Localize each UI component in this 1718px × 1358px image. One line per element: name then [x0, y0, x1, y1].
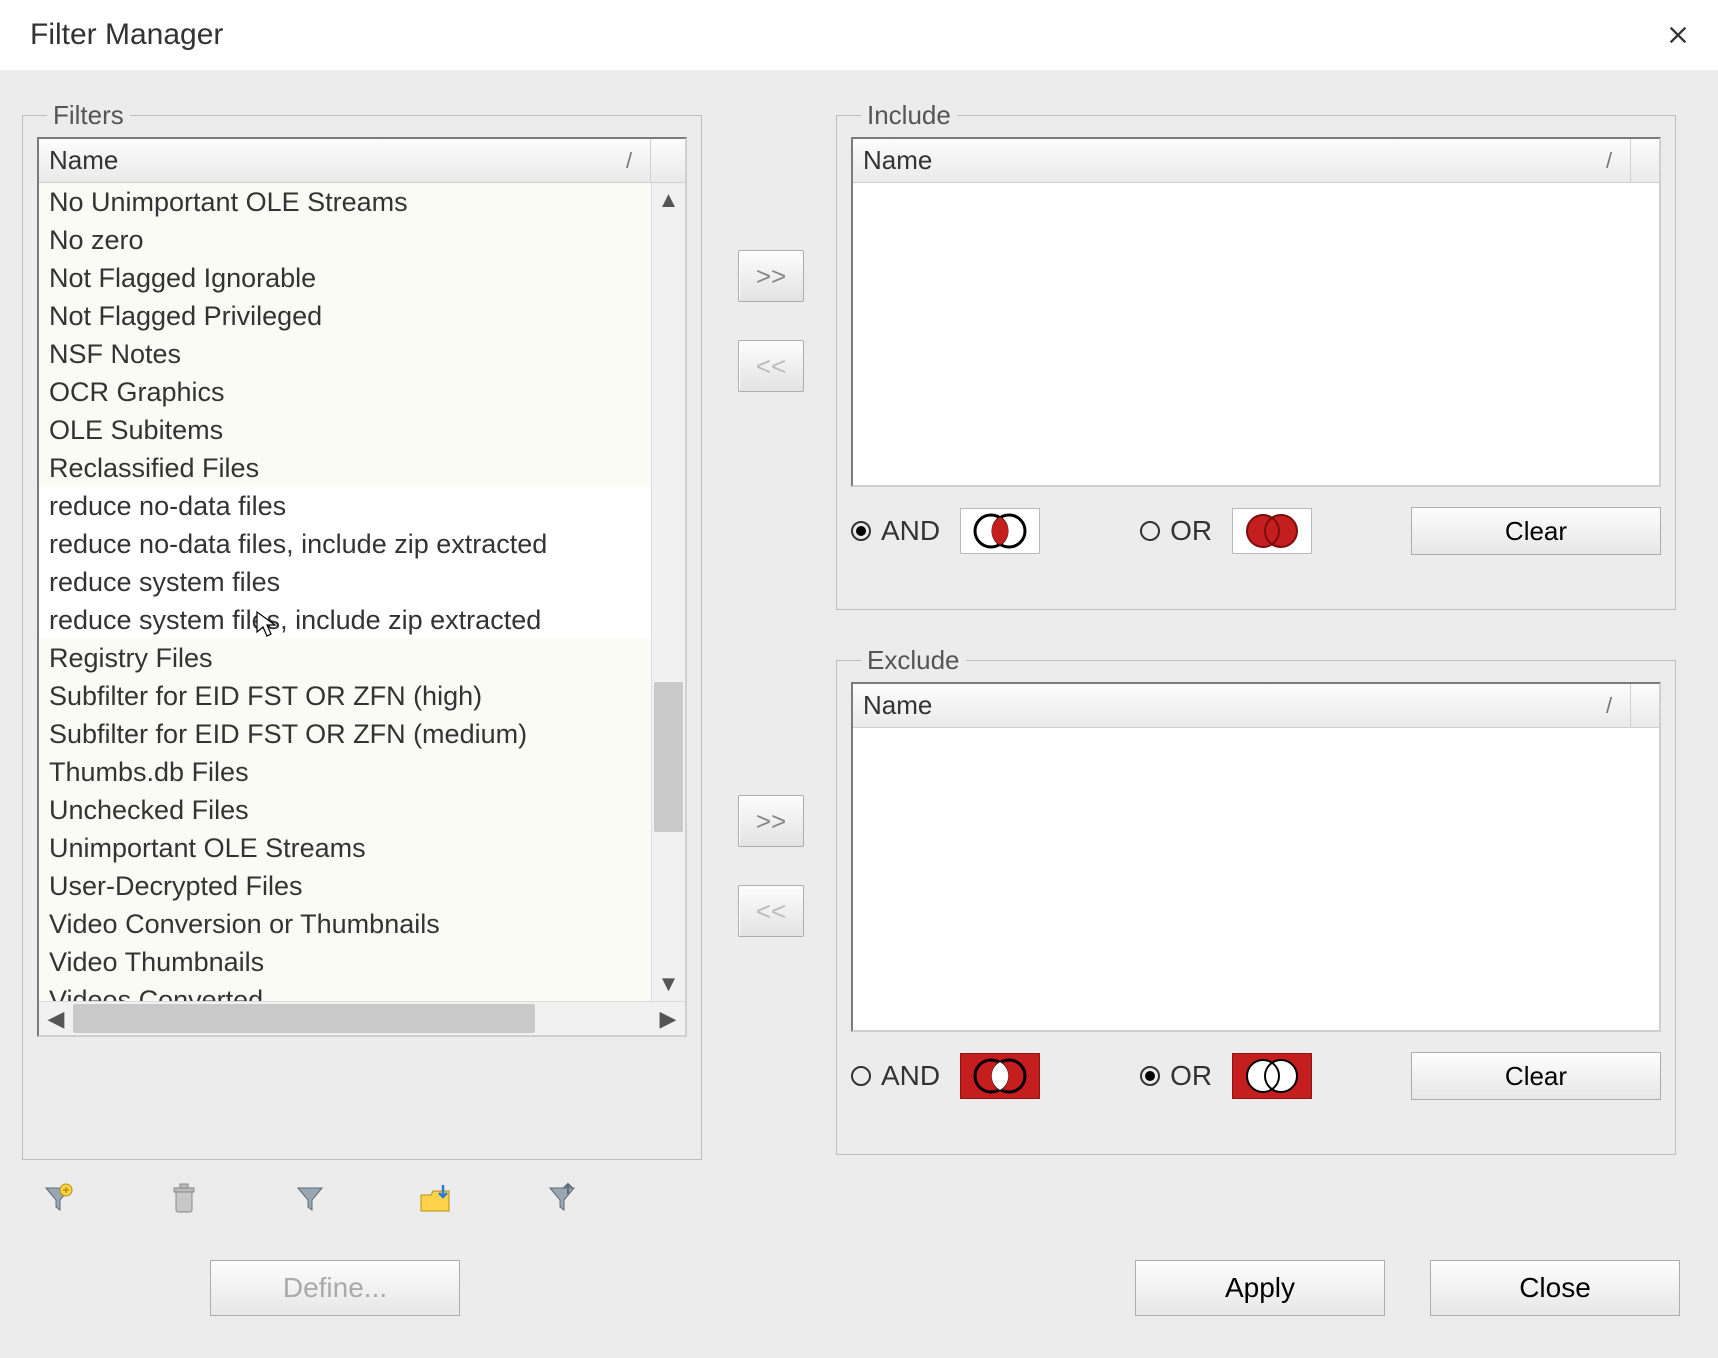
- delete-filter-icon[interactable]: [166, 1180, 202, 1216]
- filter-item[interactable]: reduce no-data files, include zip extrac…: [39, 525, 651, 563]
- filters-column-header-label: Name: [49, 145, 118, 176]
- scroll-left-arrow-icon[interactable]: ◀: [39, 1002, 73, 1035]
- filter-manager-window: Filter Manager Filters Name / No Unimpor…: [0, 0, 1718, 1358]
- filter-item[interactable]: Videos Converted: [39, 981, 651, 1001]
- exclude-or-label: OR: [1170, 1060, 1212, 1092]
- filter-item[interactable]: reduce system files, include zip extract…: [39, 601, 651, 639]
- radio-icon: [1140, 1066, 1160, 1086]
- exclude-legend: Exclude: [861, 645, 966, 676]
- include-list: Name /: [851, 137, 1661, 487]
- exclude-column-header-name[interactable]: Name /: [853, 684, 1631, 727]
- remove-from-exclude-button[interactable]: <<: [738, 885, 804, 937]
- include-group: Include Name / AND: [836, 100, 1676, 610]
- filter-item[interactable]: Video Conversion or Thumbnails: [39, 905, 651, 943]
- filters-legend: Filters: [47, 100, 130, 131]
- add-to-exclude-button[interactable]: >>: [738, 795, 804, 847]
- remove-from-include-button[interactable]: <<: [738, 340, 804, 392]
- titlebar: Filter Manager: [0, 0, 1718, 70]
- add-to-include-button[interactable]: >>: [738, 250, 804, 302]
- filter-item[interactable]: Not Flagged Privileged: [39, 297, 651, 335]
- filter-item[interactable]: Subfilter for EID FST OR ZFN (medium): [39, 715, 651, 753]
- exclude-or-venn-icon: [1232, 1053, 1312, 1099]
- include-and-venn-icon: [960, 508, 1040, 554]
- include-list-body[interactable]: [853, 183, 1659, 485]
- exclude-list-header: Name /: [853, 684, 1659, 728]
- exclude-column-header-label: Name: [863, 690, 932, 721]
- close-icon: [1667, 24, 1689, 46]
- sort-indicator-icon: /: [1594, 148, 1624, 174]
- radio-icon: [1140, 521, 1160, 541]
- filters-column-header-name[interactable]: Name /: [39, 139, 651, 182]
- exclude-or-radio[interactable]: OR: [1140, 1060, 1212, 1092]
- export-filter-icon[interactable]: [544, 1180, 580, 1216]
- filters-group: Filters Name / No Unimportant OLE Stream…: [22, 100, 702, 1160]
- filter-item[interactable]: OCR Graphics: [39, 373, 651, 411]
- exclude-list: Name /: [851, 682, 1661, 1032]
- scroll-track[interactable]: [652, 217, 685, 967]
- filter-item[interactable]: reduce no-data files: [39, 487, 651, 525]
- filters-horizontal-scrollbar[interactable]: ◀ ▶: [39, 1001, 685, 1035]
- exclude-column-header-spacer: [1631, 684, 1659, 727]
- filters-toolbar: [40, 1180, 580, 1216]
- exclude-and-venn-icon: [960, 1053, 1040, 1099]
- filters-column-header-spacer: [651, 139, 685, 182]
- window-close-button[interactable]: [1658, 15, 1698, 55]
- filters-list-body[interactable]: No Unimportant OLE StreamsNo zeroNot Fla…: [39, 183, 651, 1001]
- include-legend: Include: [861, 100, 957, 131]
- filters-list: Name / No Unimportant OLE StreamsNo zero…: [37, 137, 687, 1037]
- apply-button[interactable]: Apply: [1135, 1260, 1385, 1316]
- sort-indicator-icon: /: [1594, 693, 1624, 719]
- include-column-header-name[interactable]: Name /: [853, 139, 1631, 182]
- import-filter-icon[interactable]: [418, 1180, 454, 1216]
- scroll-right-arrow-icon[interactable]: ▶: [651, 1002, 685, 1035]
- edit-filter-icon[interactable]: [292, 1180, 328, 1216]
- scroll-track-h[interactable]: [73, 1002, 651, 1035]
- close-button[interactable]: Close: [1430, 1260, 1680, 1316]
- include-column-header-spacer: [1631, 139, 1659, 182]
- include-or-radio[interactable]: OR: [1140, 515, 1212, 547]
- filter-item[interactable]: Registry Files: [39, 639, 651, 677]
- scroll-down-arrow-icon[interactable]: ▼: [652, 967, 685, 1001]
- filter-item[interactable]: Subfilter for EID FST OR ZFN (high): [39, 677, 651, 715]
- exclude-list-body[interactable]: [853, 728, 1659, 1030]
- filters-vertical-scrollbar[interactable]: ▲ ▼: [651, 183, 685, 1001]
- include-column-header-label: Name: [863, 145, 932, 176]
- filter-item[interactable]: Video Thumbnails: [39, 943, 651, 981]
- radio-icon: [851, 521, 871, 541]
- radio-icon: [851, 1066, 871, 1086]
- scroll-thumb-h[interactable]: [73, 1004, 535, 1033]
- scroll-up-arrow-icon[interactable]: ▲: [652, 183, 685, 217]
- filters-list-header: Name /: [39, 139, 685, 183]
- filter-item[interactable]: Unimportant OLE Streams: [39, 829, 651, 867]
- new-filter-icon[interactable]: [40, 1180, 76, 1216]
- include-clear-button[interactable]: Clear: [1411, 507, 1661, 555]
- filter-item[interactable]: No Unimportant OLE Streams: [39, 183, 651, 221]
- exclude-and-label: AND: [881, 1060, 940, 1092]
- include-and-label: AND: [881, 515, 940, 547]
- filter-item[interactable]: NSF Notes: [39, 335, 651, 373]
- include-or-label: OR: [1170, 515, 1212, 547]
- filter-item[interactable]: Unchecked Files: [39, 791, 651, 829]
- filter-item[interactable]: OLE Subitems: [39, 411, 651, 449]
- filter-item[interactable]: reduce system files: [39, 563, 651, 601]
- filter-item[interactable]: No zero: [39, 221, 651, 259]
- exclude-controls: AND OR: [851, 1052, 1661, 1100]
- window-title: Filter Manager: [30, 18, 223, 52]
- exclude-group: Exclude Name / AND: [836, 645, 1676, 1155]
- dialog-body: Filters Name / No Unimportant OLE Stream…: [0, 70, 1718, 1358]
- exclude-clear-button[interactable]: Clear: [1411, 1052, 1661, 1100]
- sort-indicator-icon: /: [614, 148, 644, 174]
- include-list-header: Name /: [853, 139, 1659, 183]
- include-controls: AND OR: [851, 507, 1661, 555]
- scroll-thumb[interactable]: [654, 682, 683, 832]
- include-and-radio[interactable]: AND: [851, 515, 940, 547]
- exclude-and-radio[interactable]: AND: [851, 1060, 940, 1092]
- include-or-venn-icon: [1232, 508, 1312, 554]
- define-button[interactable]: Define...: [210, 1260, 460, 1316]
- filter-item[interactable]: Thumbs.db Files: [39, 753, 651, 791]
- filter-item[interactable]: User-Decrypted Files: [39, 867, 651, 905]
- filter-item[interactable]: Reclassified Files: [39, 449, 651, 487]
- filter-item[interactable]: Not Flagged Ignorable: [39, 259, 651, 297]
